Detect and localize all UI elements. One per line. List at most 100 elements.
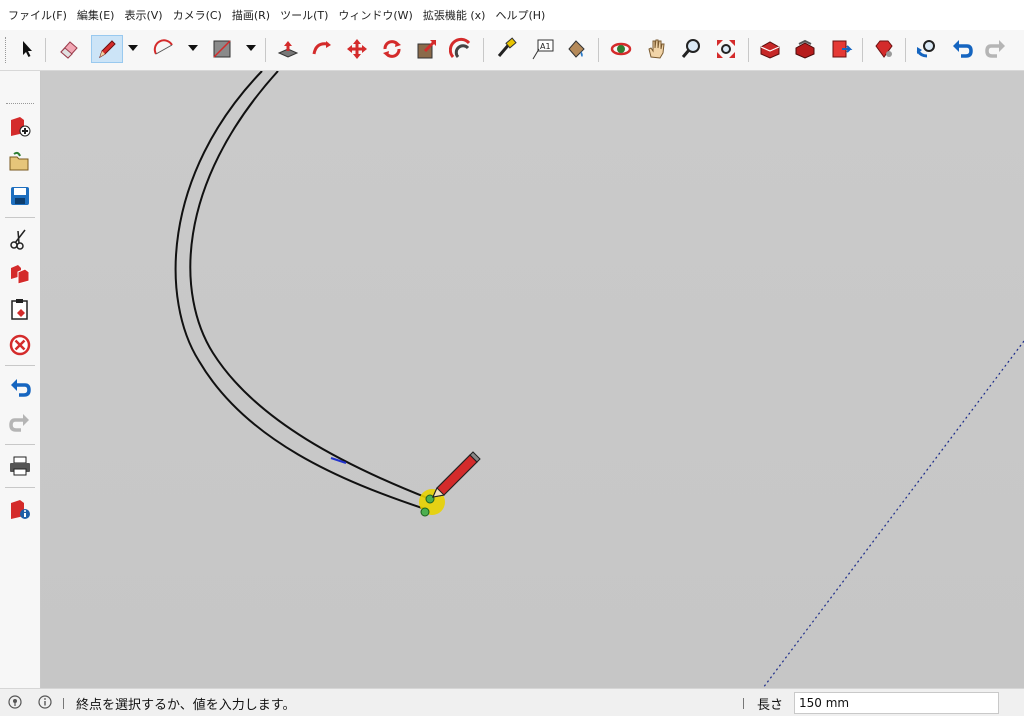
select-tool-button[interactable] xyxy=(13,35,41,63)
arc-tool-button[interactable] xyxy=(150,35,178,63)
pan-hand-icon xyxy=(648,39,665,59)
menu-help[interactable]: ヘルプ(H) xyxy=(490,7,550,23)
offset-tool-button[interactable] xyxy=(447,35,475,63)
previous-view-icon xyxy=(916,40,935,58)
redo-icon xyxy=(985,40,1005,58)
measurement-label: 長さ xyxy=(757,698,784,713)
ruby-icon xyxy=(875,40,893,58)
menu-window[interactable]: ウィンドウ(W) xyxy=(333,7,417,23)
cut-button[interactable] xyxy=(6,225,34,253)
rectangle-tool-button[interactable] xyxy=(208,35,236,63)
new-icon xyxy=(11,117,31,137)
move-tool-button[interactable] xyxy=(343,35,371,63)
menu-draw[interactable]: 描画(R) xyxy=(227,7,275,23)
svg-text:A1: A1 xyxy=(540,42,551,51)
rotate-tool-button[interactable] xyxy=(378,35,406,63)
rotate-icon xyxy=(383,40,401,58)
menu-view[interactable]: 表示(V) xyxy=(119,7,167,23)
model-info-button[interactable] xyxy=(6,496,34,524)
delete-button[interactable] xyxy=(6,331,34,359)
toolbar-grip[interactable] xyxy=(5,37,9,63)
cut-icon xyxy=(10,229,26,250)
eraser-tool-button[interactable] xyxy=(55,35,83,63)
menu-file[interactable]: ファイル(F) xyxy=(0,7,72,23)
copy-button[interactable] xyxy=(6,260,34,288)
save-file-button[interactable] xyxy=(6,182,34,210)
left-undo-button[interactable] xyxy=(6,374,34,402)
pencil-dropdown-chevron-icon[interactable] xyxy=(128,45,138,51)
menu-extensions[interactable]: 拡張機能 (x) xyxy=(418,7,491,23)
new-file-button[interactable] xyxy=(6,113,34,141)
paste-button[interactable] xyxy=(6,295,34,323)
share-model-icon xyxy=(795,39,815,59)
warehouse-icon xyxy=(760,41,780,59)
offset-icon xyxy=(449,37,471,59)
left-toolbar-grip[interactable] xyxy=(6,103,34,106)
drawing-canvas[interactable] xyxy=(41,71,1024,688)
pencil-line-icon xyxy=(99,40,116,59)
redo-button[interactable] xyxy=(982,35,1010,63)
open-file-button[interactable] xyxy=(6,148,34,176)
tape-measure-icon xyxy=(497,37,517,57)
status-message: 終点を選択するか、値を入力します。 xyxy=(76,698,296,713)
status-divider xyxy=(743,698,744,709)
zoom-extents-icon xyxy=(717,40,735,58)
main-toolbar: A1 xyxy=(0,30,1024,71)
paste-icon xyxy=(11,299,28,320)
paint-bucket-icon xyxy=(568,40,585,58)
menu-edit[interactable]: 編集(E) xyxy=(72,7,120,23)
delete-icon xyxy=(9,334,31,356)
model-viewport[interactable] xyxy=(41,71,1024,688)
push-pull-tool-button[interactable] xyxy=(274,35,302,63)
undo-button[interactable] xyxy=(948,35,976,63)
standard-toolbar xyxy=(0,71,41,688)
extension-warehouse-icon xyxy=(832,40,853,58)
arc-dropdown-chevron-icon[interactable] xyxy=(188,45,198,51)
menu-camera[interactable]: カメラ(C) xyxy=(168,7,227,23)
pencil-line-tool-button[interactable] xyxy=(91,35,123,63)
text-icon: A1 xyxy=(532,39,554,60)
curve-edge-inner xyxy=(189,71,431,500)
rectangle-dropdown-chevron-icon[interactable] xyxy=(246,45,256,51)
geo-location-icon[interactable] xyxy=(8,695,22,709)
curve-edge-outer xyxy=(174,71,426,510)
endpoint-marker-lower xyxy=(420,507,430,517)
scale-icon xyxy=(417,39,437,59)
open-icon xyxy=(9,151,29,171)
move-icon xyxy=(347,39,367,59)
status-divider xyxy=(63,698,64,709)
zoom-icon xyxy=(681,39,700,58)
info-icon[interactable] xyxy=(38,695,52,709)
ruby-console-button[interactable] xyxy=(870,35,898,63)
pencil-cursor-icon xyxy=(431,451,481,498)
status-bar: 終点を選択するか、値を入力します。 長さ xyxy=(0,688,1024,716)
tape-measure-tool-button[interactable] xyxy=(492,35,520,63)
rectangle-icon xyxy=(213,40,231,58)
print-icon xyxy=(10,456,30,476)
arc-icon xyxy=(153,39,173,55)
share-model-button[interactable] xyxy=(791,35,819,63)
zoom-tool-button[interactable] xyxy=(677,35,705,63)
previous-view-button[interactable] xyxy=(913,35,941,63)
push-pull-icon xyxy=(277,41,299,58)
orbit-icon xyxy=(610,42,632,56)
follow-me-tool-button[interactable] xyxy=(308,35,336,63)
follow-me-icon xyxy=(312,41,331,55)
undo-icon xyxy=(953,40,973,58)
paint-bucket-tool-button[interactable] xyxy=(562,35,590,63)
menu-tools[interactable]: ツール(T) xyxy=(275,7,333,23)
print-button[interactable] xyxy=(6,452,34,480)
text-tool-button[interactable]: A1 xyxy=(528,35,556,63)
model-info-icon xyxy=(11,500,30,519)
extension-warehouse-button[interactable] xyxy=(827,35,855,63)
undo-icon xyxy=(11,379,31,397)
measurement-input[interactable] xyxy=(794,692,999,714)
left-redo-button[interactable] xyxy=(6,409,34,437)
warehouse-button[interactable] xyxy=(756,35,784,63)
scale-tool-button[interactable] xyxy=(413,35,441,63)
copy-icon xyxy=(11,265,30,285)
orbit-tool-button[interactable] xyxy=(607,35,635,63)
pan-tool-button[interactable] xyxy=(642,35,670,63)
menu-bar: ファイル(F) 編集(E) 表示(V) カメラ(C) 描画(R) ツール(T) … xyxy=(0,0,1024,30)
zoom-extents-tool-button[interactable] xyxy=(712,35,740,63)
